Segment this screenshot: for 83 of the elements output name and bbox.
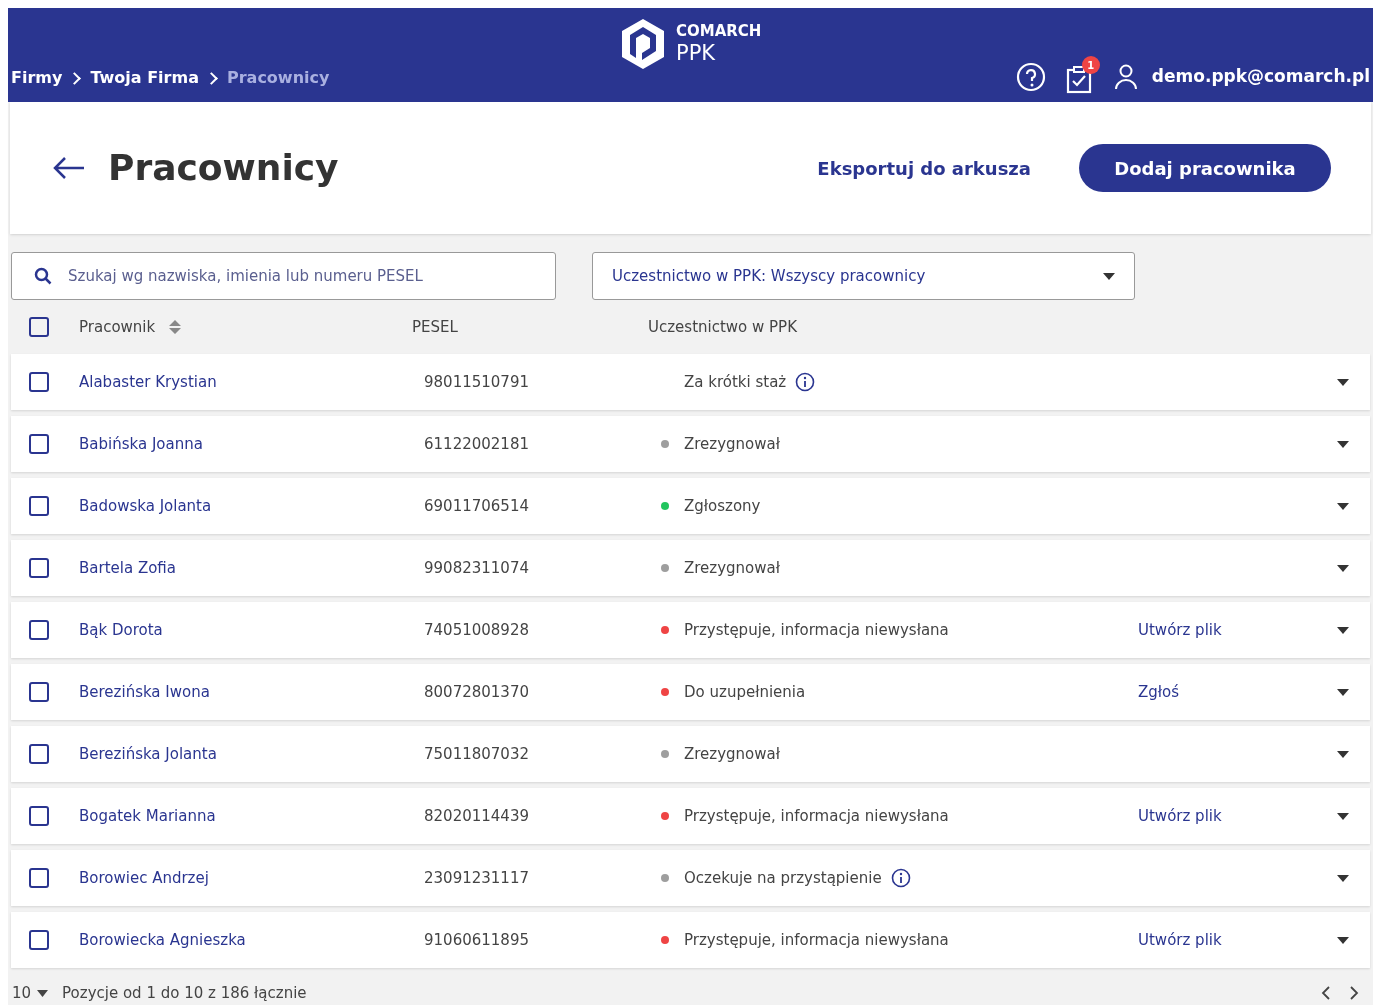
status-text: Zrezygnował [684,557,781,579]
next-page-icon[interactable] [1349,986,1359,1001]
expand-caret-icon[interactable] [1337,750,1349,758]
pagination-summary: Pozycje od 1 do 10 z 186 łącznie [62,983,307,1004]
expand-caret-icon[interactable] [1337,502,1349,510]
pesel-text: 74051008928 [424,619,530,641]
user-icon[interactable] [1113,63,1138,91]
search-field[interactable]: Szukaj wg nazwiska, imienia lub numeru PESEL [11,252,556,300]
caret-icon [1103,272,1115,280]
employee-name-link[interactable]: Berezińska Iwona [79,680,424,704]
select-all-checkbox[interactable] [29,317,49,337]
expand-caret-icon[interactable] [1337,874,1349,882]
column-header: Uczestnictwo w PPK [648,316,797,338]
employee-name-link[interactable]: Borowiec Andrzej [79,866,424,890]
participation-filter-dropdown[interactable]: Uczestnictwo w PPK: Wszyscy pracownicy [592,252,1135,300]
expand-caret-icon[interactable] [1337,378,1349,386]
employee-name-link[interactable]: Borowiecka Agnieszka [79,928,424,952]
expand-caret-icon[interactable] [1337,626,1349,634]
status-text: Oczekuje na przystąpienie [684,867,882,889]
caret-icon[interactable] [37,989,49,997]
expand-caret-icon[interactable] [1337,564,1349,572]
employee-name-link[interactable]: Babińska Joanna [79,432,424,456]
employee-name-link[interactable]: Berezińska Jolanta [79,742,424,766]
status-text: Do uzupełnienia [684,681,806,703]
row-action-link[interactable]: Zgłoś [1138,682,1180,701]
status-text: Za krótki staż [684,371,787,393]
add-employee-button[interactable]: Dodaj pracownika [1079,144,1331,192]
pesel-text: 69011706514 [424,495,530,517]
employee-name-link[interactable]: Bogatek Marianna [79,804,424,828]
info-icon[interactable] [795,372,816,392]
employee-name-link[interactable]: Alabaster Krystian [79,370,424,394]
row-action-link[interactable]: Utwórz plik [1138,930,1222,949]
pesel-text: 75011807032 [424,743,530,765]
row-checkbox[interactable] [29,806,49,826]
employee-name-link[interactable]: Bartela Zofia [79,556,424,580]
row-checkbox[interactable] [29,558,49,578]
previous-page-icon[interactable] [1321,986,1331,1001]
column-header: PESEL [412,316,459,338]
pesel-text: 61122002181 [424,433,530,455]
pesel-text: 82020114439 [424,805,530,827]
row-checkbox[interactable] [29,372,49,392]
expand-caret-icon[interactable] [1337,440,1349,448]
row-checkbox[interactable] [29,868,49,888]
expand-caret-icon[interactable] [1337,812,1349,820]
status-text: Przystępuje, informacja niewysłana [684,805,949,827]
page-size-select[interactable]: 10 [12,982,32,1005]
column-header[interactable]: Pracownik [79,315,169,339]
export-link[interactable]: Eksportuj do arkusza [817,154,1031,182]
logo-icon [620,18,666,70]
pesel-text: 80072801370 [424,681,530,703]
user-email[interactable]: demo.ppk@comarch.pl [1151,64,1370,90]
row-checkbox[interactable] [29,744,49,764]
row-action-link[interactable]: Utwórz plik [1138,806,1222,825]
employee-name-link[interactable]: Badowska Jolanta [79,494,424,518]
breadcrumb-link[interactable]: Twoja Firma [90,66,199,90]
expand-caret-icon[interactable] [1337,688,1349,696]
row-checkbox[interactable] [29,930,49,950]
status-text: Zrezygnował [684,743,781,765]
status-text: Zrezygnował [684,433,781,455]
status-text: Zgłoszony [684,495,761,517]
row-action-link[interactable]: Utwórz plik [1138,620,1222,639]
employee-name-link[interactable]: Bąk Dorota [79,618,424,642]
breadcrumb-link[interactable]: Pracownicy [226,66,330,90]
pesel-text: 99082311074 [424,557,530,579]
breadcrumb-link[interactable]: Firmy [11,66,63,90]
row-checkbox[interactable] [29,620,49,640]
pesel-text: 23091231117 [424,867,530,889]
expand-caret-icon[interactable] [1337,936,1349,944]
back-arrow-icon[interactable] [52,156,86,180]
status-text: Przystępuje, informacja niewysłana [684,929,949,951]
help-icon[interactable] [1015,62,1046,92]
page-title: Pracownicy [108,146,339,190]
notification-badge: 1 [1081,56,1100,74]
pesel-text: 91060611895 [424,929,530,951]
logo-brand: COMARCH [676,24,762,39]
pesel-text: 98011510791 [424,371,530,393]
row-checkbox[interactable] [29,682,49,702]
row-checkbox[interactable] [29,496,49,516]
row-checkbox[interactable] [29,434,49,454]
logo-product: PPK [676,43,717,64]
status-text: Przystępuje, informacja niewysłana [684,619,949,641]
sort-icon[interactable] [169,320,181,334]
info-icon[interactable] [890,868,911,888]
